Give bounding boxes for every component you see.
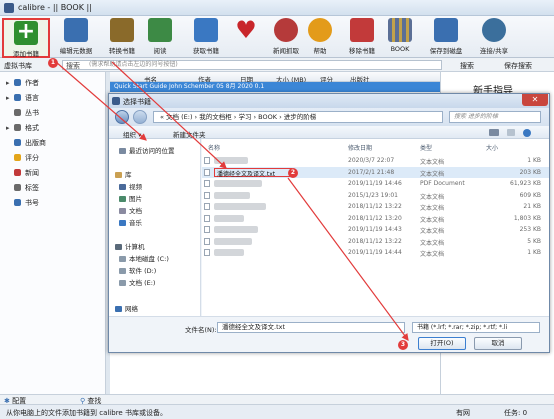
annotation-arrows — [55, 61, 409, 341]
arrow-step-1 — [55, 61, 147, 141]
step-badge-1: 1 — [48, 58, 58, 68]
step-badge-3: 3 — [398, 340, 408, 350]
arrow-step-2 — [287, 177, 409, 341]
arrow-step-1b — [111, 61, 227, 169]
step-badge-2: 2 — [288, 168, 298, 178]
